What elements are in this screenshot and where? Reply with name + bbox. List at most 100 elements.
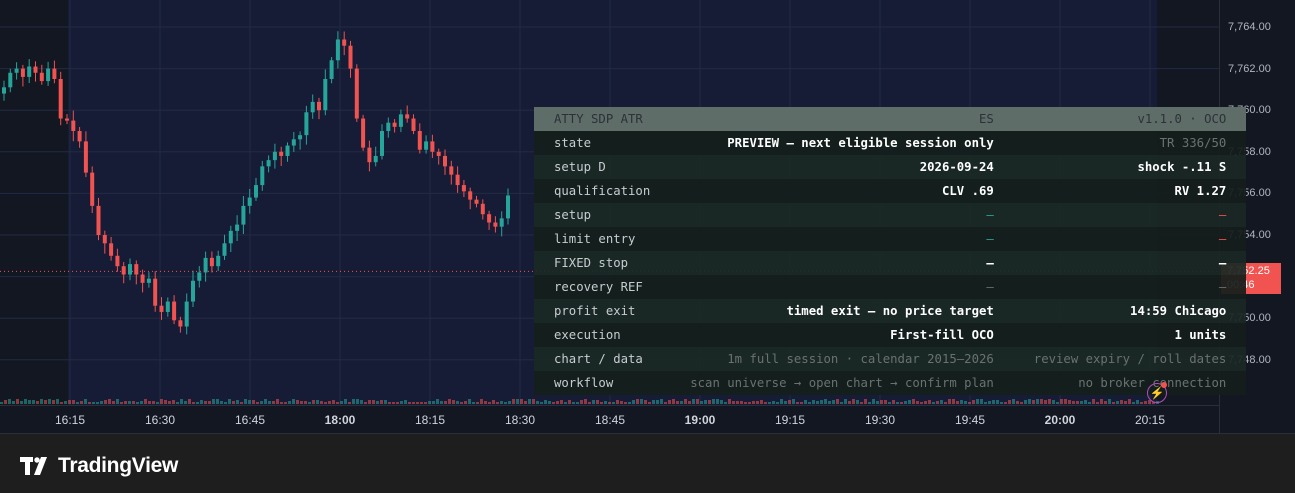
volume-bar xyxy=(32,400,35,404)
volume-bar xyxy=(56,399,59,404)
time-tick-label: 19:00 xyxy=(684,413,716,427)
volume-bar xyxy=(772,401,775,404)
candle-body xyxy=(430,141,435,152)
volume-bar xyxy=(996,400,999,404)
volume-bar xyxy=(860,402,863,404)
volume-bar xyxy=(88,402,91,404)
tradingview-logo[interactable]: TradingView xyxy=(20,454,178,478)
volume-bar xyxy=(1028,399,1031,404)
row-aux: RV 1.27 xyxy=(1013,179,1247,203)
volume-bar xyxy=(520,399,523,404)
volume-bar xyxy=(696,399,699,404)
volume-bar xyxy=(852,399,855,404)
volume-bar xyxy=(624,402,627,404)
table-version: v1.1.0 · OCO xyxy=(1013,107,1247,131)
candle-body xyxy=(266,160,271,167)
candle-body xyxy=(8,72,13,88)
volume-bar xyxy=(332,400,335,404)
volume-bar xyxy=(740,401,743,404)
candle-body xyxy=(392,122,397,127)
volume-bar xyxy=(776,402,779,404)
volume-bar xyxy=(304,401,307,404)
volume-bar xyxy=(1056,402,1059,404)
volume-bar xyxy=(728,399,731,404)
candle-body xyxy=(178,320,183,327)
volume-bar xyxy=(616,400,619,404)
volume-bar xyxy=(152,401,155,404)
volume-bar xyxy=(1036,399,1039,404)
volume-bar xyxy=(636,399,639,404)
candle-body xyxy=(128,264,132,275)
indicator-info-table: ATTY SDP ATR ES v1.1.0 · OCO state PREVIEW —… xyxy=(534,107,1247,395)
volume-bar xyxy=(452,400,455,404)
time-tick-label: 19:15 xyxy=(774,413,806,427)
candle-body xyxy=(317,101,321,111)
time-tick-label: 18:45 xyxy=(594,413,626,427)
volume-bar xyxy=(544,400,547,404)
row-label: recovery REF xyxy=(534,275,671,299)
volume-bar xyxy=(892,400,895,404)
time-tick-label: 20:15 xyxy=(1134,413,1166,427)
volume-bar xyxy=(788,400,791,404)
volume-bar xyxy=(268,401,271,404)
volume-bar xyxy=(964,401,967,404)
volume-bar xyxy=(432,401,435,404)
volume-bar xyxy=(396,402,399,404)
volume-bar xyxy=(812,400,815,404)
volume-bar xyxy=(40,399,43,404)
volume-bar xyxy=(972,400,975,404)
volume-bar xyxy=(1108,399,1111,404)
volume-bar xyxy=(236,400,239,404)
candle-body xyxy=(102,235,107,244)
row-value: scan universe → open chart → confirm pla… xyxy=(670,371,1014,395)
volume-bar xyxy=(912,399,915,404)
volume-bar xyxy=(700,401,703,404)
volume-bar xyxy=(876,401,879,404)
volume-bar xyxy=(764,402,767,404)
volume-bar xyxy=(312,400,315,404)
volume-bar xyxy=(208,401,211,404)
volume-bar xyxy=(604,401,607,404)
candle-body xyxy=(71,120,76,131)
time-axis[interactable]: 16:15 16:30 16:45 18:00 18:15 18:30 18:45 19:00… xyxy=(0,405,1219,433)
candle-body xyxy=(260,166,265,186)
volume-bar xyxy=(144,399,147,404)
volume-bar xyxy=(720,400,723,404)
volume-bar xyxy=(196,402,199,404)
candle-body xyxy=(361,118,366,148)
volume-bar xyxy=(1064,399,1067,404)
candle-body xyxy=(279,151,284,156)
volume-bar xyxy=(8,399,11,404)
volume-bar xyxy=(552,402,555,404)
candle-body xyxy=(348,45,353,69)
candle-body xyxy=(298,135,303,140)
volume-bar xyxy=(712,399,715,404)
candle-body xyxy=(134,264,139,275)
volume-bar xyxy=(820,400,823,404)
volume-bar xyxy=(324,402,327,404)
volume-bar xyxy=(320,401,323,404)
candle-body xyxy=(380,131,384,156)
volume-bar xyxy=(872,399,875,404)
volume-bar xyxy=(524,401,527,404)
volume-bar xyxy=(412,402,415,404)
volume-bar xyxy=(428,401,431,404)
volume-bar xyxy=(780,399,783,404)
volume-bar xyxy=(472,402,475,404)
volume-bar xyxy=(36,401,39,404)
volume-bar xyxy=(628,402,631,404)
volume-bar xyxy=(372,400,375,404)
volume-bar xyxy=(808,402,811,404)
volume-bar xyxy=(920,402,923,404)
volume-bar xyxy=(416,402,419,404)
volume-bar xyxy=(660,399,663,404)
volume-bar xyxy=(408,402,411,404)
candle-body xyxy=(417,131,422,150)
row-aux: shock -.11 S xyxy=(1013,155,1247,179)
candle-body xyxy=(386,122,391,131)
volume-bar xyxy=(1116,401,1119,404)
candle-body xyxy=(96,205,101,235)
candle-body xyxy=(90,172,95,206)
volume-bar xyxy=(1032,400,1035,404)
row-value: 2026-09-24 xyxy=(670,155,1014,179)
